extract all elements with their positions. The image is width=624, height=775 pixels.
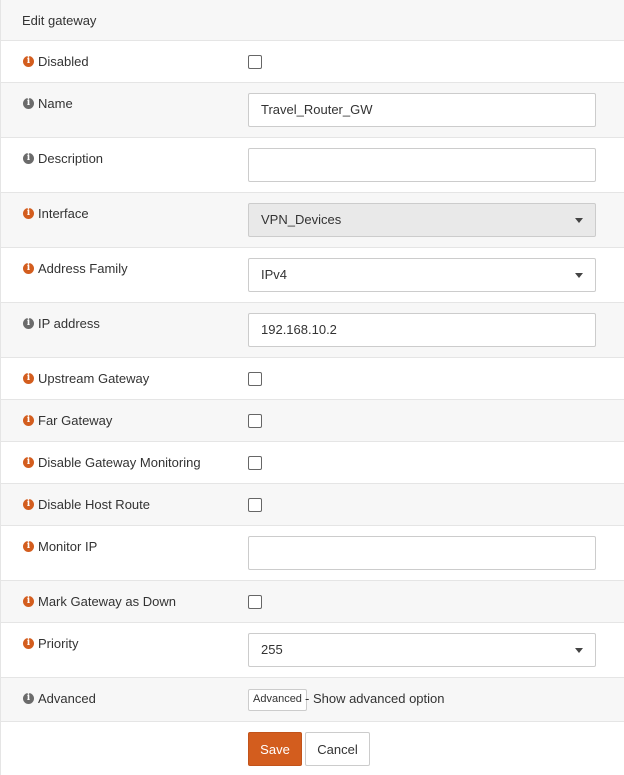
info-icon[interactable]: i bbox=[23, 208, 34, 219]
row-name: i Name Travel_Router_GW bbox=[1, 83, 624, 138]
priority-select[interactable]: 255 bbox=[248, 633, 596, 667]
edit-gateway-panel: Edit gateway i Disabled i Name Travel_Ro… bbox=[0, 0, 624, 775]
advanced-description: - Show advanced option bbox=[305, 691, 445, 706]
row-disabled: i Disabled bbox=[1, 41, 624, 83]
row-address-family: i Address Family IPv4 bbox=[1, 248, 624, 303]
upstream-gateway-checkbox[interactable] bbox=[248, 372, 262, 386]
label-far-gateway: i Far Gateway bbox=[23, 413, 112, 428]
info-icon[interactable]: i bbox=[23, 415, 34, 426]
chevron-down-icon bbox=[575, 273, 583, 278]
row-mark-gateway-down: i Mark Gateway as Down bbox=[1, 581, 624, 623]
row-monitor-ip: i Monitor IP bbox=[1, 526, 624, 581]
row-interface: i Interface VPN_Devices bbox=[1, 193, 624, 248]
row-advanced: i Advanced Advanced - Show advanced opti… bbox=[1, 678, 624, 722]
info-icon[interactable]: i bbox=[23, 541, 34, 552]
info-icon[interactable]: i bbox=[23, 318, 34, 329]
info-icon[interactable]: i bbox=[23, 98, 34, 109]
info-icon[interactable]: i bbox=[23, 638, 34, 649]
row-disable-host-route: i Disable Host Route bbox=[1, 484, 624, 526]
label-ip-address: i IP address bbox=[23, 316, 100, 331]
row-priority: i Priority 255 bbox=[1, 623, 624, 678]
info-icon[interactable]: i bbox=[23, 373, 34, 384]
advanced-button[interactable]: Advanced bbox=[248, 689, 307, 711]
description-input[interactable] bbox=[248, 148, 596, 182]
name-input[interactable]: Travel_Router_GW bbox=[248, 93, 596, 127]
interface-select[interactable]: VPN_Devices bbox=[248, 203, 596, 237]
disable-host-route-checkbox[interactable] bbox=[248, 498, 262, 512]
disable-gateway-monitoring-checkbox[interactable] bbox=[248, 456, 262, 470]
label-mark-gateway-down: i Mark Gateway as Down bbox=[23, 594, 176, 609]
info-icon[interactable]: i bbox=[23, 263, 34, 274]
label-upstream-gateway: i Upstream Gateway bbox=[23, 371, 149, 386]
label-disable-host-route: i Disable Host Route bbox=[23, 497, 150, 512]
label-disable-gateway-monitoring: i Disable Gateway Monitoring bbox=[23, 455, 201, 470]
disabled-checkbox[interactable] bbox=[248, 55, 262, 69]
row-upstream-gateway: i Upstream Gateway bbox=[1, 358, 624, 400]
label-monitor-ip: i Monitor IP bbox=[23, 539, 97, 554]
label-address-family: i Address Family bbox=[23, 261, 128, 276]
chevron-down-icon bbox=[575, 218, 583, 223]
info-icon[interactable]: i bbox=[23, 56, 34, 67]
info-icon[interactable]: i bbox=[23, 153, 34, 164]
chevron-down-icon bbox=[575, 648, 583, 653]
panel-header: Edit gateway bbox=[1, 0, 624, 41]
far-gateway-checkbox[interactable] bbox=[248, 414, 262, 428]
row-disable-gateway-monitoring: i Disable Gateway Monitoring bbox=[1, 442, 624, 484]
save-button[interactable]: Save bbox=[248, 732, 302, 766]
monitor-ip-input[interactable] bbox=[248, 536, 596, 570]
row-far-gateway: i Far Gateway bbox=[1, 400, 624, 442]
label-description: i Description bbox=[23, 151, 103, 166]
label-disabled: i Disabled bbox=[23, 54, 89, 69]
mark-gateway-down-checkbox[interactable] bbox=[248, 595, 262, 609]
panel-title: Edit gateway bbox=[22, 13, 97, 28]
info-icon[interactable]: i bbox=[23, 457, 34, 468]
address-family-select[interactable]: IPv4 bbox=[248, 258, 596, 292]
ip-address-input[interactable]: 192.168.10.2 bbox=[248, 313, 596, 347]
info-icon[interactable]: i bbox=[23, 693, 34, 704]
label-advanced: i Advanced bbox=[23, 691, 96, 706]
info-icon[interactable]: i bbox=[23, 596, 34, 607]
cancel-button[interactable]: Cancel bbox=[305, 732, 370, 766]
row-ip-address: i IP address 192.168.10.2 bbox=[1, 303, 624, 358]
row-description: i Description bbox=[1, 138, 624, 193]
info-icon[interactable]: i bbox=[23, 499, 34, 510]
label-name: i Name bbox=[23, 96, 73, 111]
label-interface: i Interface bbox=[23, 206, 89, 221]
label-priority: i Priority bbox=[23, 636, 78, 651]
